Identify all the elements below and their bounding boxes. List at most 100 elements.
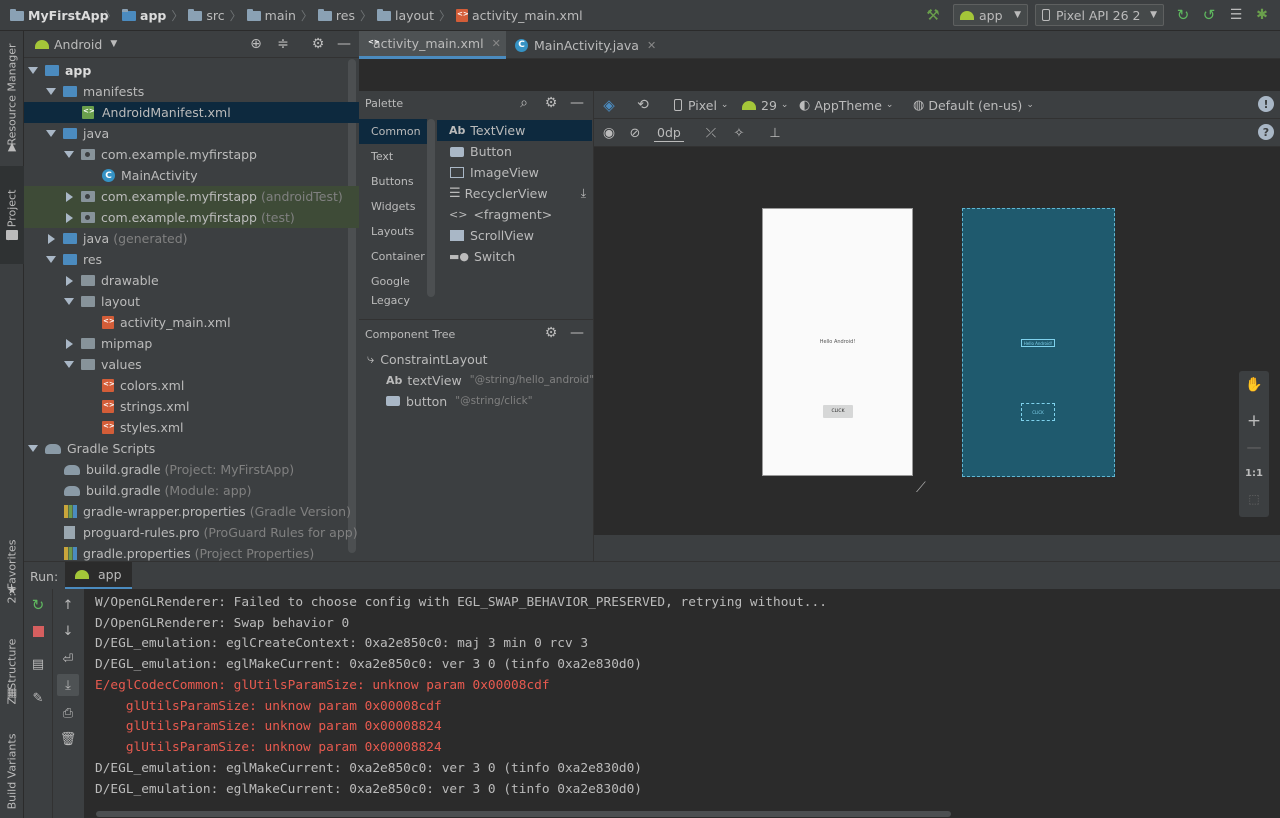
zoom-actual-size[interactable]: 1:1 [1244, 463, 1264, 483]
tree-item-gradle-scripts[interactable]: Gradle Scripts [24, 438, 359, 459]
breadcrumb-file[interactable]: activity_main.xml [472, 8, 583, 23]
close-icon[interactable]: ✕ [492, 37, 501, 50]
logcat-icon[interactable]: ☰ [1227, 6, 1245, 24]
tree-item-app[interactable]: app [24, 60, 359, 81]
console-horizontal-scrollbar[interactable] [96, 811, 951, 817]
close-icon[interactable]: ✕ [647, 39, 656, 52]
tree-item-android-manifest[interactable]: AndroidManifest.xml [24, 102, 359, 123]
download-icon[interactable]: ⤓ [581, 186, 586, 201]
clear-constraints-icon[interactable]: ⤫ [702, 124, 720, 142]
device-preview-select[interactable]: Pixel ⌄ [674, 96, 728, 114]
tree-item-layout[interactable]: layout [24, 291, 359, 312]
tree-item-build-gradle-module[interactable]: build.gradle (Module: app) [24, 480, 359, 501]
help-icon[interactable]: ? [1258, 124, 1274, 140]
tree-item-package-test[interactable]: com.example.myfirstapp (test) [24, 207, 359, 228]
minimize-icon[interactable]: — [569, 325, 585, 341]
dropdown-arrow-icon[interactable]: ▼ [110, 39, 117, 49]
apply-changes-icon[interactable]: ↺ [1200, 6, 1218, 24]
tree-item-mipmap[interactable]: mipmap [24, 333, 359, 354]
design-surface-icon[interactable]: ◈ [600, 96, 618, 114]
minimize-icon[interactable]: — [569, 95, 585, 111]
component-constraint-layout[interactable]: ⤷ ConstraintLayout [367, 349, 488, 369]
tree-item-values[interactable]: values [24, 354, 359, 375]
tree-item-gradle-wrapper[interactable]: gradle-wrapper.properties (Gradle Versio… [24, 501, 359, 522]
zoom-out-icon[interactable]: — [1244, 437, 1264, 457]
theme-select[interactable]: ◐ AppTheme ⌄ [799, 96, 893, 114]
palette-item-fragment[interactable]: <> <fragment> [437, 204, 592, 225]
blueprint-preview[interactable]: Hello Android! CLICK [962, 208, 1115, 477]
debug-icon[interactable]: ✱ [1253, 6, 1271, 24]
run-config-select[interactable]: app ▼ [953, 4, 1028, 26]
palette-item-switch[interactable]: ▬● Switch [437, 246, 592, 267]
zoom-in-icon[interactable]: + [1244, 411, 1264, 431]
zoom-fit-icon[interactable]: ⬚ [1244, 489, 1264, 509]
palette-category-text[interactable]: Text [359, 144, 427, 169]
palette-item-recyclerview[interactable]: ☰ RecyclerView ⤓ [437, 183, 592, 204]
pin-icon[interactable]: ✎ [27, 687, 49, 709]
resize-handle[interactable]: ⟋ [916, 480, 934, 498]
infer-constraints-icon[interactable]: ✧ [730, 124, 748, 142]
tree-item-manifests[interactable]: manifests [24, 81, 359, 102]
tab-main-activity[interactable]: C MainActivity.java ✕ [507, 31, 664, 59]
stop-icon[interactable] [27, 620, 49, 642]
tab-activity-main[interactable]: activity_main.xml ✕ [359, 31, 506, 59]
search-icon[interactable]: ⌕ [516, 95, 532, 111]
default-margin-select[interactable]: 0dp [654, 124, 684, 142]
run-console[interactable]: W/OpenGLRenderer: Failed to choose confi… [84, 589, 1280, 818]
eye-icon[interactable]: ◉ [600, 124, 618, 142]
tree-item-res[interactable]: res [24, 249, 359, 270]
tree-item-package-android-test[interactable]: com.example.myfirstapp (androidTest) [24, 186, 359, 207]
locate-icon[interactable]: ⊕ [248, 36, 264, 52]
hammer-icon[interactable]: ⚒ [924, 6, 942, 24]
palette-item-scrollview[interactable]: ScrollView [437, 225, 592, 246]
tree-item-colors[interactable]: colors.xml [24, 375, 359, 396]
blueprint-button[interactable]: CLICK [1021, 403, 1055, 421]
tree-item-main-activity[interactable]: C MainActivity [24, 165, 359, 186]
locale-select[interactable]: ◍ Default (en-us) ⌄ [913, 96, 1034, 114]
design-preview[interactable]: Hello Android! CLICK [762, 208, 913, 476]
device-select[interactable]: Pixel API 26 2 ▼ [1035, 4, 1164, 26]
autoconnect-icon[interactable]: ⊘ [626, 124, 644, 142]
tree-item-drawable[interactable]: drawable [24, 270, 359, 291]
tree-item-build-gradle-project[interactable]: build.gradle (Project: MyFirstApp) [24, 459, 359, 480]
project-tab[interactable]: 1: Project [0, 166, 24, 264]
rerun-icon[interactable]: ↻ [27, 594, 49, 616]
gear-icon[interactable]: ⚙ [543, 95, 559, 111]
palette-category-widgets[interactable]: Widgets [359, 194, 427, 219]
palette-category-buttons[interactable]: Buttons [359, 169, 427, 194]
preview-button[interactable]: CLICK [823, 405, 853, 418]
tree-item-activity-main[interactable]: activity_main.xml [24, 312, 359, 333]
resource-manager-tab[interactable]: Resource Manager [0, 39, 24, 149]
project-view-select[interactable]: Android [54, 37, 102, 52]
breadcrumb-project[interactable]: MyFirstApp [10, 0, 109, 31]
palette-category-layouts[interactable]: Layouts [359, 219, 427, 244]
tree-item-styles[interactable]: styles.xml [24, 417, 359, 438]
pan-hand-icon[interactable]: ✋ [1244, 375, 1264, 395]
orientation-icon[interactable]: ⟲ [634, 96, 652, 114]
rerun-icon[interactable]: ↻ [1174, 6, 1192, 24]
preview-textview[interactable]: Hello Android! [763, 339, 912, 345]
palette-category-scrollbar[interactable] [427, 119, 435, 297]
palette-item-button[interactable]: Button [437, 141, 592, 162]
build-variants-tab[interactable]: Build Variants [0, 721, 24, 818]
warning-icon[interactable]: ! [1258, 96, 1274, 112]
breadcrumb-src[interactable]: src [206, 8, 224, 23]
trash-icon[interactable]: 🗑 [57, 728, 79, 750]
breadcrumb-layout[interactable]: layout [395, 8, 434, 23]
scroll-to-end-icon[interactable]: ⤓ [57, 674, 79, 696]
collapse-all-icon[interactable]: ≑ [275, 36, 291, 52]
tree-item-proguard[interactable]: proguard-rules.pro (ProGuard Rules for a… [24, 522, 359, 543]
layout-icon[interactable]: ▤ [27, 653, 49, 675]
component-textview[interactable]: Ab textView "@string/hello_android" [386, 370, 594, 390]
palette-category-legacy[interactable]: Legacy [359, 294, 427, 308]
run-tab-app[interactable]: app [65, 562, 132, 590]
print-icon[interactable]: ⎙ [57, 702, 79, 724]
guidelines-icon[interactable]: ⊥ [766, 124, 784, 142]
soft-wrap-icon[interactable]: ⏎ [57, 648, 79, 670]
arrow-down-icon[interactable]: ↓ [57, 620, 79, 642]
blueprint-textview[interactable]: Hello Android! [1021, 339, 1055, 347]
tree-item-package[interactable]: com.example.myfirstapp [24, 144, 359, 165]
arrow-up-icon[interactable]: ↑ [57, 594, 79, 616]
minimize-icon[interactable]: — [336, 36, 352, 52]
gear-icon[interactable]: ⚙ [310, 36, 326, 52]
